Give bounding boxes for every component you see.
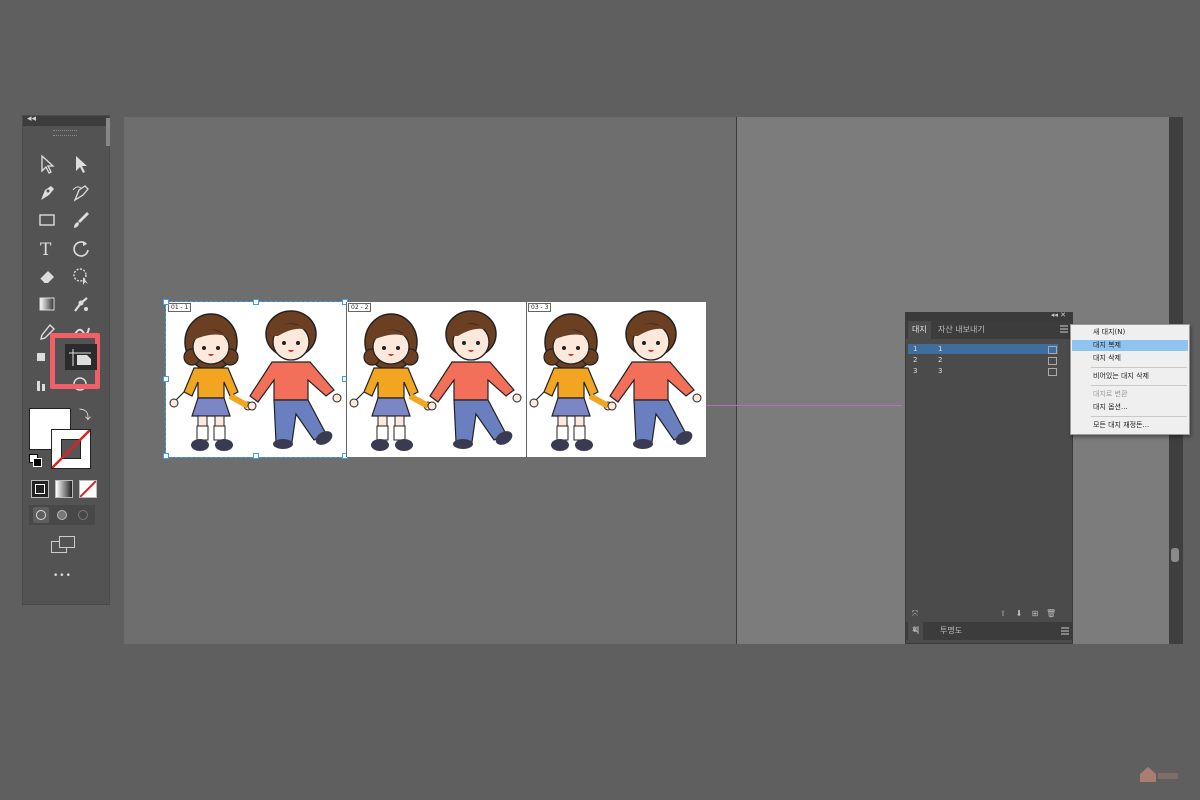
selection-handle[interactable] xyxy=(253,299,259,305)
smart-guide-line xyxy=(706,405,902,406)
panel-collapse-close-icon[interactable]: ◂◂ ✕ xyxy=(1051,311,1066,319)
draw-inside-icon[interactable] xyxy=(75,507,91,523)
selection-handle[interactable] xyxy=(163,453,169,459)
bottom-panel-tabs: 획 투명도 xyxy=(906,622,1072,640)
menu-separator xyxy=(1091,416,1187,417)
eraser-tool-icon[interactable] xyxy=(35,265,59,287)
artboard-row[interactable]: 2 2 xyxy=(908,355,1058,365)
artboard-options-icon[interactable] xyxy=(1048,368,1057,376)
svg-text:T: T xyxy=(40,240,52,258)
menu-item-new-artboard[interactable]: 새 대지(N) xyxy=(1072,327,1188,338)
tab-asset-export[interactable]: 자산 내보내기 xyxy=(934,321,989,339)
draw-behind-icon[interactable] xyxy=(54,507,70,523)
menu-item-artboard-options[interactable]: 대지 옵션... xyxy=(1072,402,1188,413)
panel-titlebar[interactable]: ◂◂ ✕ xyxy=(906,311,1072,321)
menu-item-delete-empty-artboards[interactable]: 비어있는 대지 삭제 xyxy=(1072,371,1188,382)
selection-handle[interactable] xyxy=(163,299,169,305)
row-number: 1 xyxy=(913,345,918,353)
selection-handle[interactable] xyxy=(253,453,259,459)
artboard-options-icon[interactable] xyxy=(1048,346,1057,354)
row-number: 3 xyxy=(913,367,918,375)
panel-menu-icon[interactable] xyxy=(1060,325,1068,333)
row-name[interactable]: 2 xyxy=(938,355,942,365)
tools-panel-header[interactable]: ◂◂ xyxy=(23,114,109,126)
tab-transparency[interactable]: 투명도 xyxy=(936,622,966,640)
row-number: 2 xyxy=(913,356,918,364)
artboard-tool-icon[interactable] xyxy=(65,344,97,370)
rotate-tool-icon[interactable] xyxy=(69,237,93,259)
artboard-options-icon[interactable] xyxy=(1048,357,1057,365)
collapse-icon[interactable]: ◂◂ xyxy=(27,114,36,124)
pen-tool-icon[interactable] xyxy=(35,181,59,203)
type-tool-icon[interactable]: T xyxy=(35,237,59,259)
menu-item-delete-artboard[interactable]: 대지 삭제 xyxy=(1072,353,1188,364)
artboards-panel: ◂◂ ✕ 대지 자산 내보내기 1 1 2 2 3 3 ⤧ ⬆ ⬇ ⊞ 🗑 획 … xyxy=(905,311,1073,644)
gradient-mode-icon[interactable] xyxy=(55,480,73,498)
free-transform-tool-icon[interactable] xyxy=(69,265,93,287)
none-mode-icon[interactable] xyxy=(79,480,97,498)
row-name[interactable]: 1 xyxy=(938,344,942,354)
stroke-swatch[interactable] xyxy=(51,429,91,469)
tab-artboards[interactable]: 대지 xyxy=(908,321,931,339)
default-colors-icon[interactable] xyxy=(29,454,42,467)
kids-illustration xyxy=(349,310,522,451)
move-up-icon[interactable]: ⬆ xyxy=(998,609,1008,619)
menu-separator xyxy=(1091,385,1187,386)
paintbrush-tool-icon[interactable] xyxy=(69,209,93,231)
gradient-tool-icon[interactable] xyxy=(35,293,59,315)
panel-tabs: 대지 자산 내보내기 xyxy=(906,321,1072,339)
panel-menu-icon[interactable] xyxy=(1061,627,1069,635)
panel-footer: ⤧ ⬆ ⬇ ⊞ 🗑 xyxy=(906,609,1072,621)
artboard-2[interactable]: 02 - 2 xyxy=(346,302,526,457)
menu-item-duplicate-artboard[interactable]: 대지 복제 xyxy=(1072,340,1188,351)
kids-illustration xyxy=(169,310,342,451)
toolbar-scroll[interactable] xyxy=(106,118,110,146)
rearrange-icon[interactable]: ⤧ xyxy=(910,609,920,619)
watermark-logo-icon xyxy=(1140,767,1178,782)
artboard-border xyxy=(526,302,527,457)
delete-artboard-icon[interactable]: 🗑 xyxy=(1046,609,1056,619)
puppet-warp-tool-icon[interactable] xyxy=(69,293,93,315)
curvature-tool-icon[interactable] xyxy=(69,181,93,203)
new-artboard-icon[interactable]: ⊞ xyxy=(1030,609,1040,619)
color-mode-icon[interactable] xyxy=(31,480,49,498)
scrollbar-thumb[interactable] xyxy=(1171,548,1179,562)
direct-selection-tool-icon[interactable] xyxy=(69,153,93,175)
draw-normal-icon[interactable] xyxy=(33,507,49,523)
move-down-icon[interactable]: ⬇ xyxy=(1014,609,1024,619)
draw-modes xyxy=(29,505,95,525)
screen-mode-icon[interactable] xyxy=(51,536,77,554)
selection-handle[interactable] xyxy=(163,376,169,382)
artboard-row[interactable]: 3 3 xyxy=(908,366,1058,376)
tab-stroke[interactable]: 획 xyxy=(908,622,924,640)
artboard-1[interactable]: 01 - 1 xyxy=(163,299,348,459)
artboard-row[interactable]: 1 1 xyxy=(908,344,1058,354)
more-tools-icon[interactable]: ••• xyxy=(53,571,72,581)
artboard-border xyxy=(346,302,347,457)
menu-item-rearrange-all[interactable]: 모든 대지 재정돈... xyxy=(1072,420,1188,431)
row-name[interactable]: 3 xyxy=(938,366,942,376)
menu-separator xyxy=(1091,367,1187,368)
artboard-3[interactable]: 03 - 3 xyxy=(526,302,706,457)
swap-fill-stroke-icon[interactable]: ⤵ xyxy=(79,406,91,423)
menu-item-convert-to-artboards: 대지로 변환 xyxy=(1093,390,1128,398)
tools-panel: ◂◂ T ⤵ ••• xyxy=(22,114,110,605)
kids-illustration xyxy=(529,310,702,451)
rectangle-tool-icon[interactable] xyxy=(35,209,59,231)
selection-tool-icon[interactable] xyxy=(35,153,59,175)
drag-grip[interactable] xyxy=(53,130,77,136)
panel-context-menu: 새 대지(N) 대지 복제 대지 삭제 비어있는 대지 삭제 대지로 변환 대지… xyxy=(1070,324,1190,435)
